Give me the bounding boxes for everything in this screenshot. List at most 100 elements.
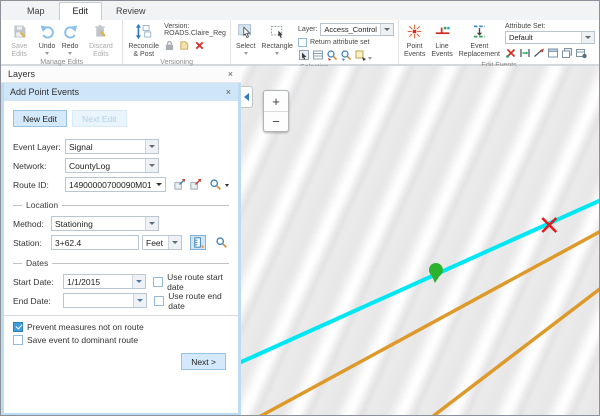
group-selection: Select Rectangle Layer: Access_Control <box>231 20 399 64</box>
selected-route-line[interactable] <box>241 200 599 363</box>
route-id-combobox[interactable] <box>65 177 166 192</box>
tab-map[interactable]: Map <box>13 2 59 20</box>
road-line-1[interactable] <box>259 231 599 415</box>
add-point-events-pane: Add Point Events × New Edit Next Edit Ev… <box>1 83 241 415</box>
event-layer-label: Event Layer: <box>13 142 65 152</box>
use-route-end-date-checkbox[interactable] <box>154 296 164 306</box>
options-divider <box>4 315 238 316</box>
attribute-list-icon[interactable] <box>312 49 324 63</box>
use-route-start-date-checkbox[interactable] <box>153 277 163 287</box>
start-date-combobox[interactable]: 1/1/2015 <box>63 274 146 289</box>
zoom-to-route-button[interactable] <box>207 177 223 192</box>
split-event-icon[interactable] <box>519 47 531 61</box>
delete-version-icon[interactable] <box>194 40 205 53</box>
tab-review[interactable]: Review <box>102 2 160 20</box>
zoom-out-button[interactable]: − <box>264 111 288 131</box>
undo-button[interactable]: Undo <box>36 22 59 56</box>
use-route-start-date-label: Use route start date <box>167 272 229 292</box>
start-date-label: Start Date: <box>13 277 63 287</box>
end-date-arrow-icon <box>133 294 146 307</box>
return-attribute-set-label: Return attribute set <box>310 39 370 46</box>
select-button[interactable]: Select <box>233 22 258 56</box>
group-edit-events: Point Events Line Events Event Replaceme… <box>399 20 599 64</box>
pane-body: New Edit Next Edit Event Layer: Signal N… <box>4 101 238 413</box>
select-by-box-icon[interactable] <box>298 49 310 63</box>
copy-events-icon[interactable] <box>561 47 573 61</box>
zoom-in-button[interactable]: + <box>264 91 288 111</box>
next-edit-button[interactable]: Next Edit <box>72 110 127 127</box>
event-layer-arrow-icon <box>145 140 158 153</box>
event-point-marker[interactable] <box>429 263 443 283</box>
attribute-set-arrow-icon <box>581 32 594 43</box>
pane-collapse-button[interactable] <box>241 86 253 108</box>
layer-combobox[interactable]: Access_Control <box>320 23 394 36</box>
map-canvas[interactable]: + − <box>241 66 599 415</box>
road-line-2[interactable] <box>432 288 599 415</box>
discard-edits-button[interactable]: Discard Edits <box>82 22 121 59</box>
new-edit-button[interactable]: New Edit <box>13 110 67 127</box>
ribbon-tab-strip: Map Edit Review <box>1 1 599 20</box>
point-events-icon <box>406 23 423 43</box>
pan-to-selected-icon[interactable] <box>340 49 352 63</box>
tab-edit[interactable]: Edit <box>59 2 103 20</box>
lock-icon[interactable] <box>164 40 175 53</box>
line-events-button[interactable]: Line Events <box>428 22 455 59</box>
clear-selection-icon[interactable] <box>354 49 366 63</box>
selection-more-caret-icon[interactable] <box>368 57 372 60</box>
layers-close-icon[interactable]: × <box>227 70 234 79</box>
rectangle-dropdown-caret-icon <box>275 52 279 55</box>
layers-pane-title: Layers <box>8 69 35 79</box>
attribute-set-combobox[interactable]: Default <box>505 31 595 44</box>
location-section-divider: Location <box>13 200 229 210</box>
layers-pane-header[interactable]: Layers × <box>1 66 241 83</box>
event-replacement-icon <box>471 23 488 43</box>
select-route-alt-button[interactable] <box>188 177 204 192</box>
zoom-to-station-button[interactable] <box>213 235 229 250</box>
network-combobox[interactable]: CountyLog <box>65 158 159 173</box>
method-combobox[interactable]: Stationing <box>51 216 159 231</box>
next-button[interactable]: Next > <box>181 353 226 370</box>
redo-button[interactable]: Redo <box>59 22 82 56</box>
select-cursor-icon <box>237 23 254 43</box>
route-id-caret-icon <box>154 178 165 191</box>
map-features-layer <box>241 66 599 415</box>
select-route-on-map-button[interactable] <box>172 177 188 192</box>
reconcile-icon <box>135 23 152 43</box>
method-arrow-icon <box>145 217 158 230</box>
layer-label: Layer: <box>298 26 317 33</box>
zoom-to-selected-icon[interactable] <box>326 49 338 63</box>
pane-close-icon[interactable]: × <box>225 88 232 97</box>
pane-title: Add Point Events <box>10 87 79 97</box>
station-field[interactable] <box>51 235 139 250</box>
line-events-icon <box>434 23 451 43</box>
prevent-measures-checkbox[interactable] <box>13 322 23 332</box>
station-unit-combobox[interactable]: Feet <box>142 235 182 250</box>
add-point-events-header[interactable]: Add Point Events × <box>4 83 238 101</box>
event-layer-combobox[interactable]: Signal <box>65 139 159 154</box>
pick-station-from-map-button[interactable] <box>190 235 206 250</box>
route-id-label: Route ID: <box>13 180 65 190</box>
route-id-input[interactable] <box>66 178 154 191</box>
redo-dropdown-caret-icon <box>68 52 72 55</box>
end-date-combobox[interactable] <box>63 293 147 308</box>
zoom-route-caret-icon[interactable] <box>225 184 229 187</box>
save-dominant-route-checkbox[interactable] <box>13 335 23 345</box>
event-table-settings-icon[interactable] <box>575 47 587 61</box>
save-edits-button[interactable]: Save Edits <box>3 22 36 59</box>
return-attribute-set-checkbox[interactable] <box>298 38 307 47</box>
dates-section-divider: Dates <box>13 258 229 268</box>
group-manage-edits: Save Edits Undo Redo Discard Edits Mana <box>1 20 123 64</box>
trash-icon <box>92 23 109 43</box>
point-events-button[interactable]: Point Events <box>401 22 428 59</box>
remove-event-icon[interactable] <box>505 47 517 61</box>
version-label: Version: <box>164 23 226 30</box>
trim-event-icon[interactable] <box>533 47 545 61</box>
station-input[interactable] <box>52 236 138 249</box>
reconcile-post-button[interactable]: Reconcile & Post <box>125 22 162 59</box>
event-attributes-window-icon[interactable] <box>547 47 559 61</box>
new-version-icon[interactable] <box>179 40 190 53</box>
rectangle-select-button[interactable]: Rectangle <box>258 22 296 56</box>
event-replacement-button[interactable]: Event Replacement <box>456 22 503 59</box>
redo-icon <box>62 23 79 43</box>
undo-dropdown-caret-icon <box>45 52 49 55</box>
